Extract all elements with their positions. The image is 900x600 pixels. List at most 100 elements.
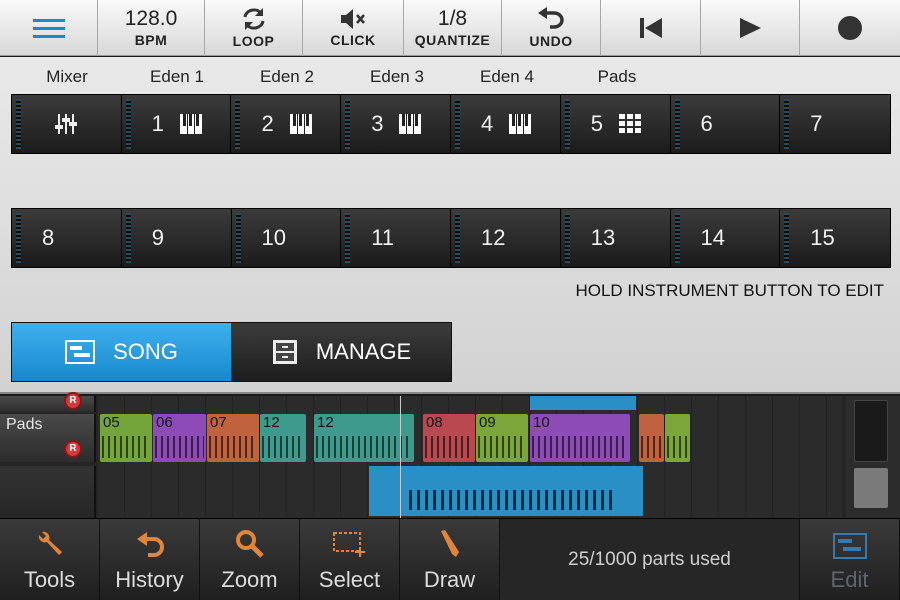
level-meter	[784, 99, 790, 149]
part-clip[interactable]: 10	[530, 414, 630, 462]
track-header[interactable]: R	[0, 392, 96, 412]
instrument-slot-6[interactable]: 6	[670, 95, 781, 153]
tools-button[interactable]: Tools	[0, 519, 100, 600]
selection-marquee-icon	[332, 532, 365, 557]
level-meter	[125, 213, 131, 263]
parts-used-status: 25/1000 parts used	[500, 519, 800, 600]
label-eden-2: Eden 2	[260, 67, 314, 86]
instrument-slot-8[interactable]: 8	[12, 209, 122, 267]
note-strip	[102, 436, 150, 458]
record-button[interactable]	[800, 0, 900, 56]
track-header-pads[interactable]: Pads R	[0, 414, 96, 462]
instrument-slot-7[interactable]: 7	[780, 95, 891, 153]
label-mixer: Mixer	[46, 67, 88, 86]
menu-button[interactable]	[0, 0, 98, 56]
tempo-button[interactable]: 128.0 BPM	[98, 0, 205, 56]
edit-button[interactable]: Edit	[800, 519, 900, 600]
record-icon	[838, 16, 862, 40]
part-label: 09	[479, 414, 496, 431]
select-button[interactable]: Select	[300, 519, 400, 600]
instrument-slot-11[interactable]: 11	[341, 209, 451, 267]
cabinet-icon	[272, 340, 297, 364]
part-label: 08	[426, 414, 443, 431]
label-eden-4: Eden 4	[480, 67, 534, 86]
instrument-slot-1[interactable]: 1	[121, 95, 232, 153]
instrument-slot-5[interactable]: 5	[560, 95, 671, 153]
undo-button[interactable]: UNDO	[502, 0, 601, 56]
part-clip[interactable]: 08	[423, 414, 475, 462]
mode-switch: SONG MANAGE	[11, 322, 452, 382]
zoom-button[interactable]: Zoom	[200, 519, 300, 600]
level-meter	[454, 99, 460, 149]
manage-label: MANAGE	[315, 339, 412, 364]
part-clip[interactable]: 06	[153, 414, 206, 462]
track-header[interactable]	[0, 466, 96, 518]
part-clip[interactable]	[530, 396, 636, 410]
slot-number: 8	[42, 225, 55, 250]
instrument-slot-12[interactable]: 12	[451, 209, 561, 267]
piano-icon	[179, 114, 202, 134]
label-eden-1: Eden 1	[150, 67, 204, 86]
click-button[interactable]: CLICK	[303, 0, 404, 56]
part-label: 06	[156, 414, 173, 431]
note-strip	[532, 436, 628, 458]
instrument-slot-2[interactable]: 2	[231, 95, 342, 153]
part-clip[interactable]: 12	[314, 414, 414, 462]
slot-number: 11	[371, 225, 395, 250]
slot-number: 12	[481, 225, 506, 250]
level-meter	[784, 213, 790, 263]
mixer-icon	[55, 114, 78, 134]
track-scrollbar[interactable]	[846, 396, 900, 518]
level-meter	[125, 99, 131, 149]
instrument-slot-9[interactable]: 9	[121, 209, 232, 267]
slot-number: 1	[151, 111, 164, 136]
part-clip[interactable]	[639, 414, 664, 462]
mixer-button[interactable]	[12, 95, 122, 153]
part-clip[interactable]	[369, 466, 643, 516]
history-button[interactable]: History	[100, 519, 200, 600]
instrument-row-2: 8 9 10 11 12 13 14 15	[11, 208, 891, 268]
instrument-slot-15[interactable]: 15	[780, 209, 890, 267]
part-clip[interactable]: 07	[207, 414, 259, 462]
note-strip	[667, 436, 688, 458]
timeline-grid[interactable]: 05 06 07 12 12 08 09 10	[98, 396, 842, 518]
click-label: CLICK	[330, 32, 376, 48]
track-name: Pads	[6, 416, 43, 433]
scroll-track	[854, 400, 888, 462]
instrument-slot-3[interactable]: 3	[341, 95, 451, 153]
instrument-labels: Mixer Eden 1 Eden 2 Eden 3 Eden 4 Pads	[12, 67, 890, 87]
edit-hint: HOLD INSTRUMENT BUTTON TO EDIT	[575, 281, 884, 300]
record-arm-icon[interactable]: R	[64, 440, 82, 458]
level-meter	[674, 99, 680, 149]
manage-button[interactable]: MANAGE	[232, 323, 451, 381]
level-meter	[345, 99, 351, 149]
undo-icon	[538, 7, 564, 29]
instrument-slot-14[interactable]: 14	[670, 209, 781, 267]
loop-button[interactable]: LOOP	[205, 0, 303, 56]
undo-label: UNDO	[529, 33, 573, 49]
instrument-slot-4[interactable]: 4	[450, 95, 561, 153]
pencil-icon	[440, 530, 459, 557]
scroll-thumb[interactable]	[854, 468, 888, 508]
part-clip[interactable]	[665, 414, 690, 462]
song-button[interactable]: SONG	[12, 323, 232, 381]
playhead[interactable]	[400, 396, 401, 518]
instrument-slot-13[interactable]: 13	[560, 209, 671, 267]
tools-label: Tools	[23, 567, 76, 592]
play-button[interactable]	[701, 0, 800, 56]
instrument-slot-10[interactable]: 10	[231, 209, 342, 267]
record-arm-icon[interactable]: R	[64, 392, 82, 410]
part-clip[interactable]: 09	[476, 414, 528, 462]
note-strip	[316, 436, 412, 458]
piano-icon	[289, 114, 312, 134]
slot-number: 6	[700, 111, 713, 136]
part-clip[interactable]: 05	[100, 414, 152, 462]
piano-icon	[399, 114, 422, 134]
draw-button[interactable]: Draw	[400, 519, 500, 600]
top-toolbar: 128.0 BPM LOOP CLICK 1/8 QUANTIZE UNDO	[0, 0, 900, 56]
part-clip[interactable]: 12	[260, 414, 306, 462]
rewind-button[interactable]	[601, 0, 701, 56]
drum-pads-icon	[618, 114, 641, 133]
quantize-button[interactable]: 1/8 QUANTIZE	[404, 0, 502, 56]
slot-number: 7	[810, 111, 823, 136]
